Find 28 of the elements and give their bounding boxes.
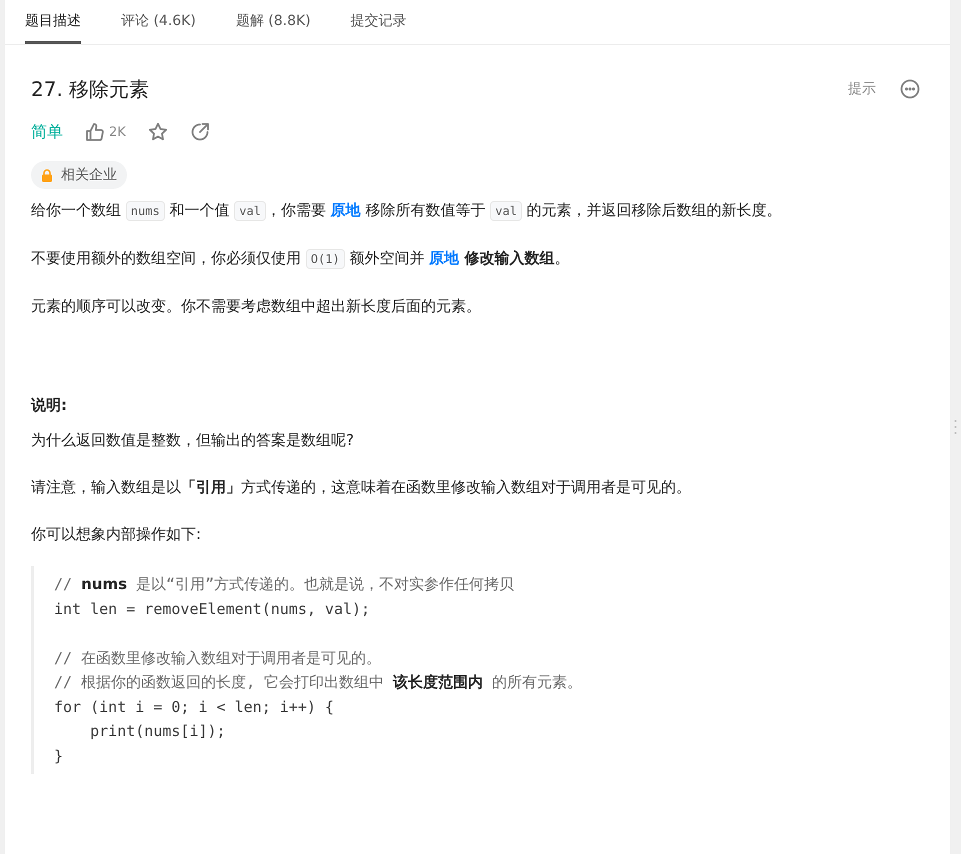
description-paragraph: 元素的顺序可以改变。你不需要考虑数组中超出新长度后面的元素。	[31, 296, 482, 317]
tab[interactable]: 题解 (8.8K)	[236, 0, 311, 44]
thumbs-up-icon[interactable]	[85, 122, 105, 142]
code-comment: // 在函数里修改输入数组对于调用者是可见的。	[54, 648, 382, 668]
star-icon[interactable]	[148, 122, 168, 142]
company-tag[interactable]: 相关企业	[31, 161, 127, 189]
like-count: 2K	[109, 124, 126, 140]
note-paragraph: 为什么返回数值是整数，但输出的答案是数组呢?	[31, 430, 355, 451]
description-paragraph: 不要使用额外的数组空间，你必须仅使用 O(1) 额外空间并 原地 修改输入数组。	[31, 248, 570, 271]
code-line: for (int i = 0; i < len; i++) {	[54, 696, 335, 718]
tab[interactable]: 评论 (4.6K)	[121, 0, 196, 44]
note-paragraph: 请注意，输入数组是以「引用」方式传递的，这意味着在函数里修改输入数组对于调用者是可见的。	[31, 477, 692, 498]
share-icon[interactable]	[190, 122, 210, 142]
code-line: }	[54, 746, 64, 766]
description-paragraph: 给你一个数组 nums 和一个值 val ，你需要 原地 移除所有数值等于 val 的元素，并返回移除后数组的新长度。	[31, 200, 783, 223]
tab[interactable]: 提交记录	[350, 0, 407, 44]
code-comment: // nums 是以“引用”方式传递的。也就是说，不对实参作任何拷贝	[54, 574, 516, 595]
code-line: int len = removeElement(nums, val);	[54, 598, 372, 620]
code-line: print(nums[i]);	[89, 721, 227, 742]
more-icon[interactable]	[900, 79, 920, 99]
note-paragraph: 你可以想象内部操作如下:	[31, 524, 202, 545]
drag-handle-icon[interactable]	[954, 419, 957, 435]
difficulty-label: 简单	[31, 122, 63, 142]
problem-title: 27. 移除元素	[31, 76, 150, 102]
section-heading: 说明:	[31, 396, 68, 415]
tab[interactable]: 题目描述	[25, 0, 81, 44]
lock-icon	[41, 168, 53, 182]
code-comment: // 根据你的函数返回的长度, 它会打印出数组中 该长度范围内 的所有元素。	[54, 672, 584, 693]
